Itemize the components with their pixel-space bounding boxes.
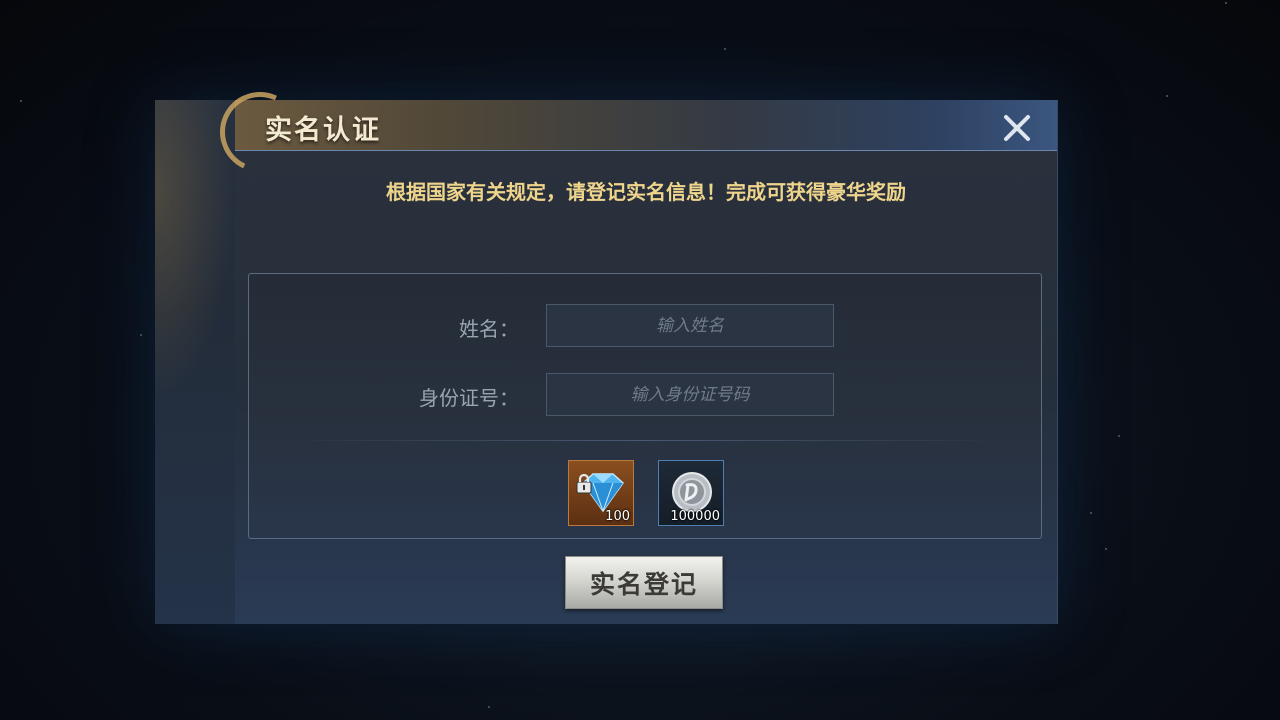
star <box>1090 512 1092 514</box>
register-button[interactable]: 实名登记 <box>565 556 723 609</box>
reward-quantity: 100 <box>605 509 630 524</box>
star <box>1105 548 1107 550</box>
notice-text: 根据国家有关规定，请登记实名信息！完成可获得豪华奖励 <box>386 180 906 204</box>
star <box>1225 2 1227 4</box>
reward-item-diamond[interactable]: 100 <box>568 460 634 526</box>
star <box>140 334 142 336</box>
real-name-dialog: 实名认证 根据国家有关规定，请登记实名信息！完成可获得豪华奖励 姓名： 身份证号… <box>155 80 1058 624</box>
close-button[interactable] <box>999 110 1035 146</box>
name-label: 姓名： <box>459 317 519 341</box>
star <box>724 48 726 50</box>
star <box>1118 435 1120 437</box>
dialog-title: 实名认证 <box>265 115 381 146</box>
divider <box>279 440 1011 441</box>
star <box>1166 95 1168 97</box>
form-box: 姓名： 身份证号： 100 <box>248 273 1042 539</box>
name-input[interactable] <box>546 304 834 347</box>
star <box>488 706 490 708</box>
reward-item-coin[interactable]: 100000 <box>658 460 724 526</box>
id-number-input[interactable] <box>546 373 834 416</box>
star <box>20 100 22 102</box>
close-icon <box>1004 115 1030 141</box>
id-row: 身份证号： <box>249 373 1041 416</box>
id-number-label: 身份证号： <box>419 386 519 410</box>
reward-quantity: 100000 <box>670 509 720 524</box>
name-row: 姓名： <box>249 304 1041 347</box>
